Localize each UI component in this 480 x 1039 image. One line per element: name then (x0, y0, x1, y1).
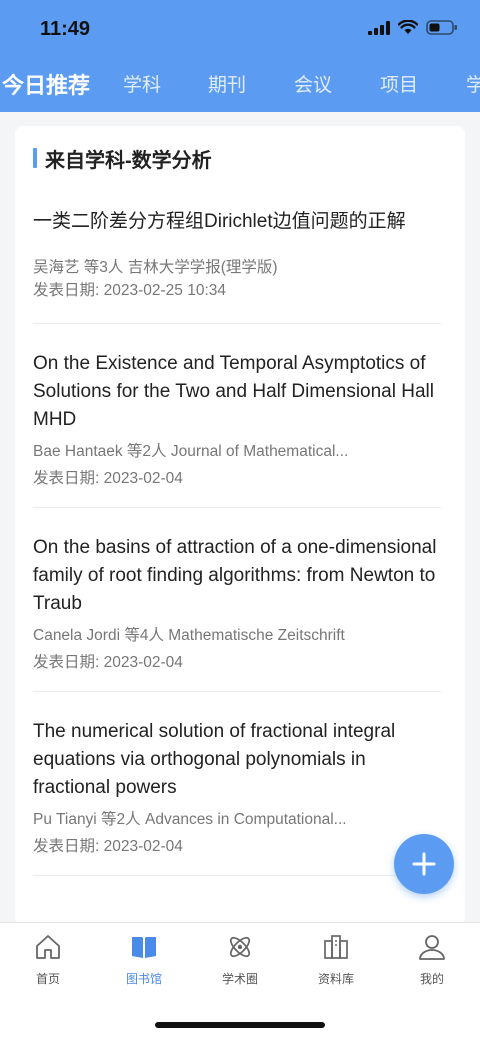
section-title: 来自学科-数学分析 (45, 149, 212, 172)
battery-icon (426, 20, 457, 35)
article-title[interactable]: On the basins of attraction of a one-dim… (33, 534, 441, 618)
tabbar-profile[interactable]: 我的 (384, 933, 480, 987)
tabbar-label: 我的 (419, 972, 444, 986)
article-title[interactable]: The numerical solution of fractional int… (33, 718, 441, 802)
header: 11:49 今日推荐 学科 期刊 会议 项目 学 (0, 0, 480, 112)
tab-today[interactable]: 今日推荐 (2, 68, 90, 100)
library-icon (324, 935, 348, 959)
article-item[interactable]: 一类二阶差分方程组Dirichlet边值问题的正解 吴海艺 等3人 吉林大学学报… (33, 208, 441, 324)
tabbar-label: 首页 (35, 972, 60, 986)
tab-subject[interactable]: 学科 (123, 70, 161, 97)
signal-icon (368, 20, 390, 35)
article-date: 发表日期: 2023-02-04 (33, 470, 183, 487)
tabbar-library[interactable]: 图书馆 (96, 933, 192, 987)
tabbar-academic-circle[interactable]: 学术圈 (192, 933, 288, 987)
person-icon (419, 935, 445, 960)
tabbar-label: 图书馆 (125, 972, 162, 986)
home-icon (36, 935, 60, 959)
recommendation-card: 来自学科-数学分析 一类二阶差分方程组Dirichlet边值问题的正解 吴海艺 … (15, 126, 465, 926)
article-item[interactable]: On the Existence and Temporal Asymptotic… (33, 350, 441, 508)
article-date: 发表日期: 2023-02-04 (33, 838, 183, 855)
atom-icon (229, 936, 251, 958)
article-title[interactable]: On the Existence and Temporal Asymptotic… (33, 350, 441, 434)
tabbar-label: 资料库 (317, 972, 354, 986)
tab-more[interactable]: 学 (466, 70, 480, 97)
tab-journal[interactable]: 期刊 (208, 70, 246, 97)
home-indicator[interactable] (155, 1022, 325, 1028)
status-time: 11:49 (40, 18, 91, 40)
wifi-icon (398, 20, 418, 34)
section-header: 来自学科-数学分析 (33, 146, 212, 172)
book-icon (132, 937, 156, 958)
status-bar: 11:49 (0, 0, 480, 60)
article-meta: Pu Tianyi 等2人 Advances in Computational.… (33, 811, 347, 828)
tabbar-database[interactable]: 资料库 (288, 933, 384, 987)
plus-icon (412, 852, 436, 876)
article-date: 发表日期: 2023-02-04 (33, 654, 183, 671)
section-accent-bar (33, 148, 37, 168)
tabbar-home[interactable]: 首页 (0, 933, 96, 987)
tabbar-label: 学术圈 (221, 972, 258, 986)
article-date: 发表日期: 2023-02-25 10:34 (33, 282, 226, 299)
status-icons (368, 20, 458, 35)
category-tabs: 今日推荐 学科 期刊 会议 项目 学 (0, 60, 480, 112)
article-meta: 吴海艺 等3人 吉林大学学报(理学版) (33, 259, 278, 276)
tab-conference[interactable]: 会议 (294, 70, 332, 97)
article-meta: Canela Jordi 等4人 Mathematische Zeitschri… (33, 627, 345, 644)
article-meta: Bae Hantaek 等2人 Journal of Mathematical.… (33, 443, 349, 460)
article-item[interactable]: The numerical solution of fractional int… (33, 718, 441, 876)
article-title[interactable]: 一类二阶差分方程组Dirichlet边值问题的正解 (33, 208, 441, 236)
tab-project[interactable]: 项目 (380, 70, 418, 97)
article-item[interactable]: On the basins of attraction of a one-dim… (33, 534, 441, 692)
add-button[interactable] (394, 834, 454, 894)
